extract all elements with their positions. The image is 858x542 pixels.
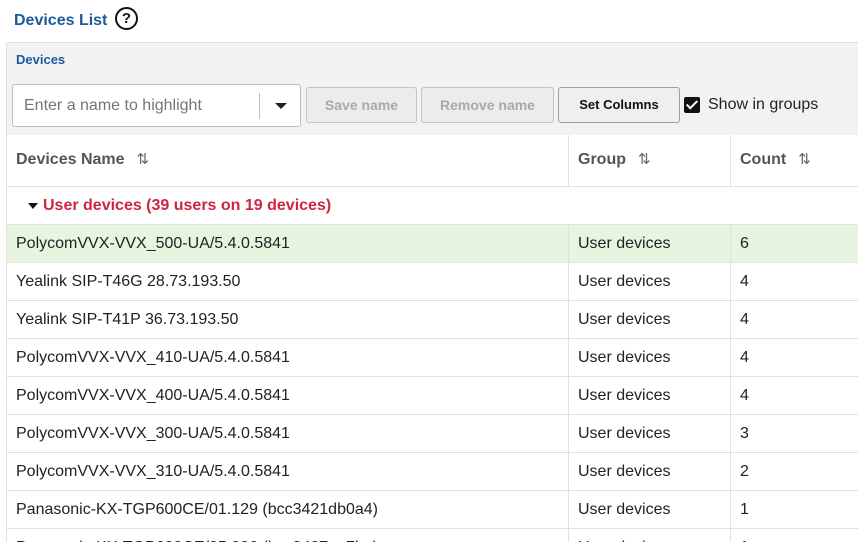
sort-icon[interactable]: ⇅ bbox=[798, 135, 811, 185]
group-cell: User devices bbox=[568, 225, 730, 262]
table-row[interactable]: PolycomVVX-VVX_300-UA/5.4.0.5841 User dev… bbox=[7, 415, 858, 453]
table-row[interactable]: PolycomVVX-VVX_400-UA/5.4.0.5841 User dev… bbox=[7, 377, 858, 415]
count-cell: 4 bbox=[730, 377, 858, 414]
count-cell: 4 bbox=[730, 339, 858, 376]
device-name-cell: Yealink SIP-T41P 36.73.193.50 bbox=[16, 311, 239, 328]
show-in-groups-checkbox[interactable] bbox=[684, 97, 700, 113]
column-header-devices-name[interactable]: Devices Name ⇅ bbox=[7, 135, 568, 187]
count-cell: 1 bbox=[730, 491, 858, 528]
device-name-cell: PolycomVVX-VVX_410-UA/5.4.0.5841 bbox=[16, 349, 290, 366]
group-label: User devices (39 users on 19 devices) bbox=[43, 197, 332, 214]
count-cell: 4 bbox=[730, 301, 858, 338]
highlight-name-input[interactable] bbox=[14, 86, 257, 125]
table-row[interactable]: Yealink SIP-T46G 28.73.193.50 User device… bbox=[7, 263, 858, 301]
group-cell: User devices bbox=[568, 339, 730, 376]
device-name-cell: PolycomVVX-VVX_310-UA/5.4.0.5841 bbox=[16, 463, 290, 480]
table-row[interactable]: Yealink SIP-T41P 36.73.193.50 User device… bbox=[7, 301, 858, 339]
page-title: Devices List bbox=[14, 12, 108, 29]
group-cell: User devices bbox=[568, 377, 730, 414]
column-header-label: Count bbox=[740, 151, 787, 168]
count-cell: 4 bbox=[730, 263, 858, 300]
group-cell: User devices bbox=[568, 453, 730, 490]
column-header-label: Devices Name bbox=[16, 151, 125, 168]
group-cell: User devices bbox=[568, 263, 730, 300]
group-cell: User devices bbox=[568, 491, 730, 528]
save-name-button[interactable]: Save name bbox=[306, 87, 417, 123]
table-row[interactable]: PolycomVVX-VVX_500-UA/5.4.0.5841 User dev… bbox=[7, 225, 858, 263]
table-row[interactable]: Panasonic-KX-TGP600CE/01.129 (bcc3421db0… bbox=[7, 491, 858, 529]
help-icon[interactable]: ? bbox=[115, 7, 138, 30]
group-cell: User devices bbox=[568, 529, 730, 542]
sort-icon[interactable]: ⇅ bbox=[137, 135, 150, 185]
set-columns-button[interactable]: Set Columns bbox=[558, 87, 680, 123]
combo-divider bbox=[259, 93, 260, 119]
chevron-down-icon[interactable] bbox=[261, 86, 299, 125]
device-name-cell: PolycomVVX-VVX_400-UA/5.4.0.5841 bbox=[16, 387, 290, 404]
device-name-cell: Yealink SIP-T46G 28.73.193.50 bbox=[16, 273, 241, 290]
highlight-combobox bbox=[12, 84, 301, 127]
count-cell: 6 bbox=[730, 225, 858, 262]
column-header-label: Group bbox=[578, 151, 626, 168]
device-name-cell: Panasonic-KX-TGP600CE/05.006 (bcc3427ee7… bbox=[7, 529, 568, 542]
column-header-count[interactable]: Count ⇅ bbox=[730, 135, 858, 187]
table-row[interactable]: PolycomVVX-VVX_310-UA/5.4.0.5841 User dev… bbox=[7, 453, 858, 491]
count-cell: 2 bbox=[730, 453, 858, 490]
table-body: PolycomVVX-VVX_500-UA/5.4.0.5841 User dev… bbox=[7, 225, 858, 542]
devices-panel: Devices Save name Remove name Set Column… bbox=[6, 42, 858, 542]
count-cell: 3 bbox=[730, 415, 858, 452]
sort-icon[interactable]: ⇅ bbox=[638, 135, 651, 185]
device-name-cell: Panasonic-KX-TGP600CE/01.129 (bcc3421db0… bbox=[16, 501, 378, 518]
caret-down-icon[interactable] bbox=[28, 203, 38, 209]
show-in-groups-label[interactable]: Show in groups bbox=[708, 96, 818, 114]
table-header: Devices Name ⇅ Group ⇅ Count ⇅ bbox=[7, 135, 858, 187]
count-cell: 1 bbox=[730, 529, 858, 542]
device-name-cell: PolycomVVX-VVX_300-UA/5.4.0.5841 bbox=[16, 425, 290, 442]
column-header-group[interactable]: Group ⇅ bbox=[568, 135, 730, 187]
group-row-user-devices[interactable]: User devices (39 users on 19 devices) bbox=[7, 187, 858, 225]
page-header: Devices List ? bbox=[0, 0, 858, 42]
group-cell: User devices bbox=[568, 415, 730, 452]
panel-title: Devices bbox=[16, 52, 66, 67]
table-row[interactable]: Panasonic-KX-TGP600CE/05.006 (bcc3427ee7… bbox=[7, 529, 858, 542]
device-name-cell: PolycomVVX-VVX_500-UA/5.4.0.5841 bbox=[16, 235, 290, 252]
remove-name-button[interactable]: Remove name bbox=[421, 87, 554, 123]
table-row[interactable]: PolycomVVX-VVX_410-UA/5.4.0.5841 User dev… bbox=[7, 339, 858, 377]
devices-table: Devices Name ⇅ Group ⇅ Count ⇅ User devices… bbox=[7, 135, 858, 542]
group-cell: User devices bbox=[568, 301, 730, 338]
